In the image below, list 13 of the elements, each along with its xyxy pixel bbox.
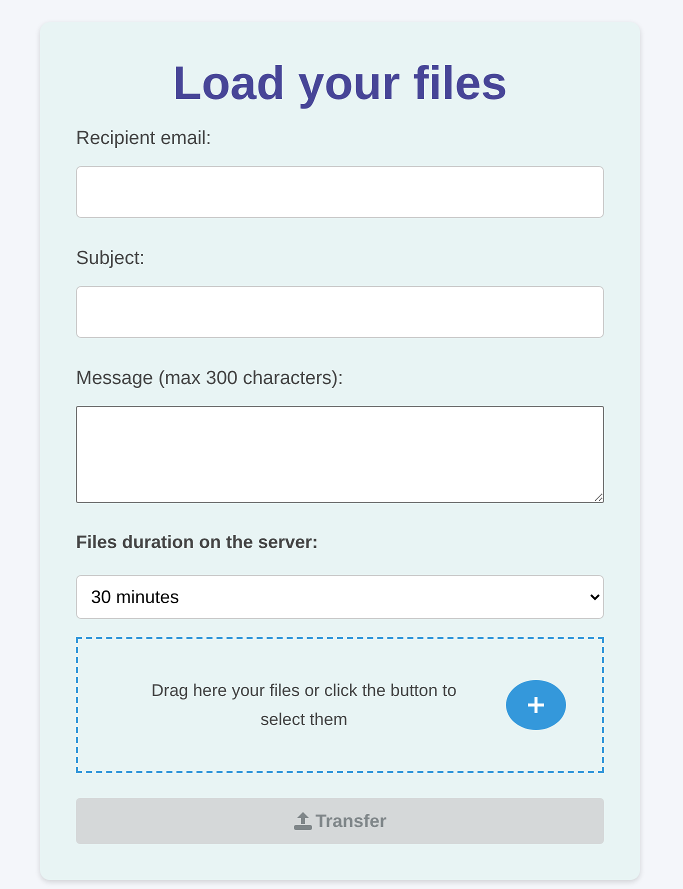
field-label: Subject: [76,247,146,271]
field-label: Files duration on the server: [76,531,320,554]
field-label: Message (max 300 characters): [76,367,344,391]
message-field[interactable] [76,406,604,503]
field-label: Recipient email: [76,127,212,151]
drop-hint: Drag here your files or click the button to select them [150,680,458,731]
page-title: Load your files [172,55,508,111]
input-field[interactable] [76,166,604,218]
duration-select[interactable]: 30 minutes [76,575,604,619]
input-field[interactable] [76,286,604,338]
plus-icon [527,696,545,714]
drop-zone[interactable]: Drag here your files or click the button to select them [76,637,604,773]
upload-icon [293,811,314,831]
